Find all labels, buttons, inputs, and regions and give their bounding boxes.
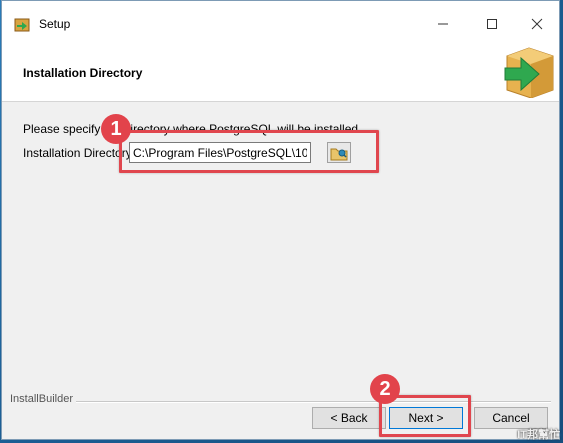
installbuilder-brand: InstallBuilder bbox=[10, 393, 73, 405]
page-title: Installation Directory bbox=[23, 66, 143, 80]
maximize-button[interactable] bbox=[482, 15, 502, 33]
footer-divider bbox=[76, 401, 551, 403]
minimize-icon bbox=[438, 23, 448, 25]
directory-highlight-box bbox=[119, 130, 379, 173]
install-arrow-box-icon bbox=[504, 47, 554, 98]
directory-label: Installation Directory bbox=[23, 146, 132, 160]
page-header: Installation Directory bbox=[2, 45, 559, 102]
title-bar: Setup bbox=[2, 1, 559, 45]
close-button[interactable] bbox=[527, 15, 547, 33]
close-icon bbox=[531, 18, 543, 30]
setup-box-icon bbox=[14, 18, 30, 32]
window-title: Setup bbox=[39, 17, 71, 31]
step-badge-1: 1 bbox=[101, 114, 131, 144]
setup-window: Setup Installation Directory Please spec… bbox=[1, 0, 560, 440]
step-badge-2: 2 bbox=[370, 374, 400, 404]
watermark: IT邦幫忙 bbox=[517, 429, 560, 441]
back-button[interactable]: < Back bbox=[312, 407, 386, 429]
minimize-button[interactable] bbox=[433, 15, 453, 33]
maximize-icon bbox=[487, 19, 497, 29]
